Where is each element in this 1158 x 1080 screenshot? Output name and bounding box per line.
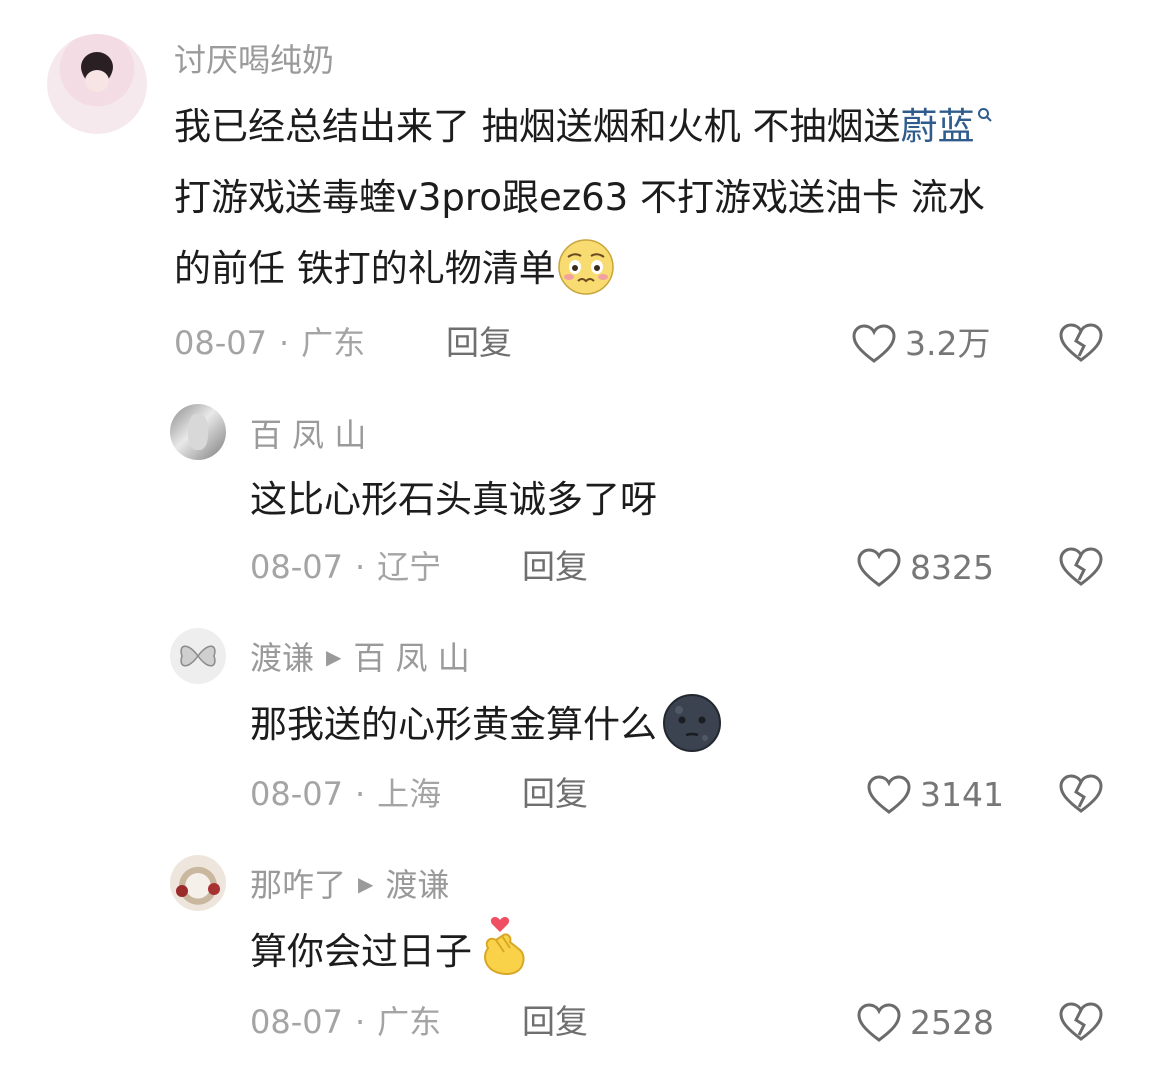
finger-heart-emoji-icon <box>484 916 525 975</box>
separator-dot: · <box>354 1003 366 1041</box>
separator-dot: · <box>278 324 290 362</box>
reply-arrow-icon: ▶ <box>358 872 374 896</box>
comment-meta: 08-07 · 辽宁 <box>250 547 441 587</box>
like-button[interactable]: 2528 <box>856 1002 994 1044</box>
comment-location: 广东 <box>301 324 366 362</box>
comment-author-line: 渡谦 ▶ 百 凤 山 <box>250 638 470 680</box>
avatar[interactable] <box>170 404 226 460</box>
dislike-button[interactable] <box>1058 322 1104 368</box>
comment-date: 08-07 <box>250 548 343 586</box>
comment-location: 上海 <box>377 775 442 813</box>
comment-text-line: 的前任 铁打的礼物清单 <box>174 247 556 290</box>
avatar[interactable] <box>170 855 226 911</box>
comment-author[interactable]: 百 凤 山 <box>250 415 366 455</box>
dark-moon-face-emoji-icon <box>663 693 721 752</box>
comment-text-line: 我已经总结出来了 抽烟送烟和火机 不抽烟送 <box>174 105 901 148</box>
reply-button[interactable]: 回复 <box>522 1002 588 1042</box>
like-button[interactable]: 3.2万 <box>851 323 990 365</box>
like-button[interactable]: 3141 <box>866 774 1004 816</box>
comment-author[interactable]: 渡谦 <box>250 639 314 677</box>
comment-location: 广东 <box>377 1003 442 1041</box>
butterfly-icon <box>180 645 216 667</box>
comment-meta: 08-07 · 上海 <box>250 774 441 814</box>
broken-heart-icon <box>1059 1002 1103 1041</box>
comment-date: 08-07 <box>174 324 267 362</box>
broken-heart-icon <box>1059 547 1103 586</box>
separator-dot: · <box>354 548 366 586</box>
broken-heart-icon <box>1059 323 1103 362</box>
nervous-face-emoji-icon <box>558 238 614 295</box>
like-button[interactable]: 8325 <box>856 547 994 589</box>
comment-text-line: 那我送的心形黄金算什么 <box>250 703 657 746</box>
comment-author[interactable]: 那咋了 <box>250 866 346 904</box>
separator-dot: · <box>354 775 366 813</box>
reply-to-author[interactable]: 百 凤 山 <box>353 639 469 677</box>
comment-text: 这比心形石头真诚多了呀 <box>250 478 657 521</box>
avatar[interactable] <box>47 34 147 134</box>
heart-outline-icon <box>867 775 911 814</box>
comment-date: 08-07 <box>250 775 343 813</box>
reply-button[interactable]: 回复 <box>522 774 588 814</box>
like-count: 3.2万 <box>905 324 991 363</box>
reply-button[interactable]: 回复 <box>522 547 588 587</box>
comment-meta: 08-07 · 广东 <box>174 323 365 363</box>
avatar[interactable] <box>170 628 226 684</box>
comment-text-line: 算你会过日子 <box>250 930 472 973</box>
comment-author[interactable]: 讨厌喝纯奶 <box>174 40 334 80</box>
comment-meta: 08-07 · 广东 <box>250 1002 441 1042</box>
comment-author-line: 那咋了 ▶ 渡谦 <box>250 865 449 907</box>
dislike-button[interactable] <box>1058 773 1104 819</box>
search-icon[interactable] <box>977 107 993 123</box>
like-count: 2528 <box>910 1003 994 1042</box>
reply-button[interactable]: 回复 <box>446 323 512 363</box>
comment-location: 辽宁 <box>377 548 442 586</box>
comment-date: 08-07 <box>250 1003 343 1041</box>
reply-to-author[interactable]: 渡谦 <box>385 866 449 904</box>
heart-outline-icon <box>857 1003 901 1042</box>
keyword-link[interactable]: 蔚蓝 <box>901 105 975 148</box>
comment-text: 那我送的心形黄金算什么 <box>250 689 723 760</box>
reply-arrow-icon: ▶ <box>326 645 342 669</box>
broken-heart-icon <box>1059 774 1103 813</box>
dislike-button[interactable] <box>1058 546 1104 592</box>
like-count: 8325 <box>910 548 994 587</box>
heart-outline-icon <box>852 324 896 363</box>
dislike-button[interactable] <box>1058 1001 1104 1047</box>
comment-text: 我已经总结出来了 抽烟送烟和火机 不抽烟送蔚蓝 打游戏送毒蝰v3pro跟ez63… <box>174 91 1124 304</box>
comment-text: 算你会过日子 <box>250 916 532 987</box>
like-count: 3141 <box>920 775 1004 814</box>
comment-text-line: 打游戏送毒蝰v3pro跟ez63 不打游戏送油卡 流水 <box>174 176 985 219</box>
heart-outline-icon <box>857 548 901 587</box>
